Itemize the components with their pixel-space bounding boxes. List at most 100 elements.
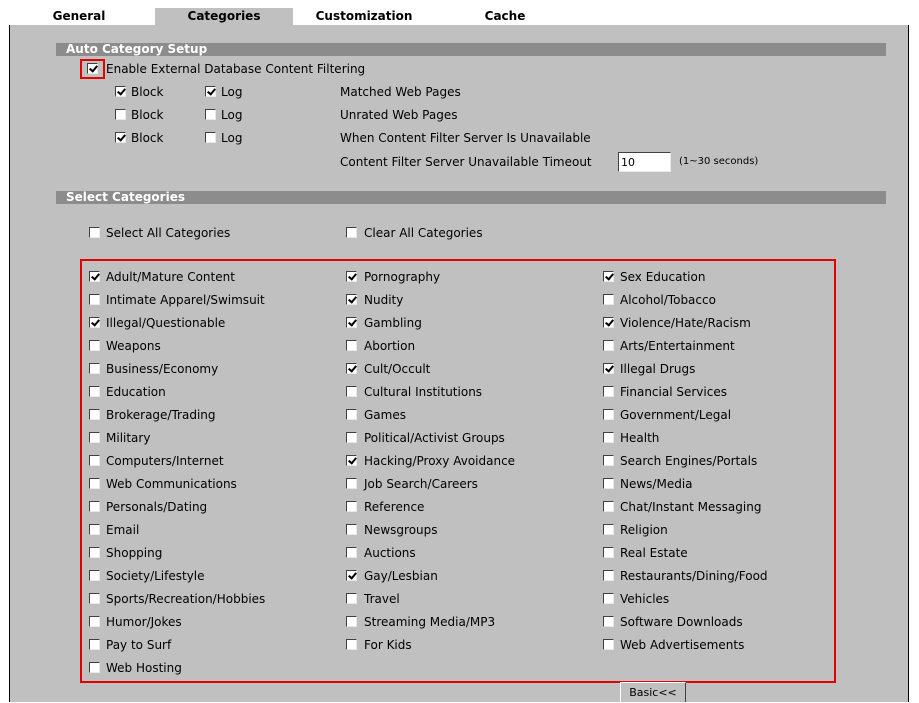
category-checkbox-for-kids[interactable] bbox=[346, 639, 357, 650]
category-checkbox-email[interactable] bbox=[89, 524, 100, 535]
category-checkbox-pay-to-surf[interactable] bbox=[89, 639, 100, 650]
category-checkbox-games[interactable] bbox=[346, 409, 357, 420]
category-checkbox-business-economy[interactable] bbox=[89, 363, 100, 374]
category-checkbox-military[interactable] bbox=[89, 432, 100, 443]
category-checkbox-auctions[interactable] bbox=[346, 547, 357, 558]
timeout-label: Content Filter Server Unavailable Timeou… bbox=[340, 155, 592, 169]
category-checkbox-computers-internet[interactable] bbox=[89, 455, 100, 466]
enable-external-filtering-checkbox[interactable] bbox=[87, 63, 98, 74]
unavailable-log-label: Log bbox=[221, 131, 243, 145]
category-label-adult-mature-content: Adult/Mature Content bbox=[106, 270, 235, 284]
category-checkbox-web-advertisements[interactable] bbox=[603, 639, 614, 650]
category-checkbox-gambling[interactable] bbox=[346, 317, 357, 328]
category-label-auctions: Auctions bbox=[364, 546, 416, 560]
category-label-shopping: Shopping bbox=[106, 546, 163, 560]
clear-all-checkbox[interactable] bbox=[346, 227, 357, 238]
unavailable-block-checkbox[interactable] bbox=[115, 132, 126, 143]
category-checkbox-travel[interactable] bbox=[346, 593, 357, 604]
category-checkbox-shopping[interactable] bbox=[89, 547, 100, 558]
category-checkbox-newsgroups[interactable] bbox=[346, 524, 357, 535]
category-label-brokerage-trading: Brokerage/Trading bbox=[106, 408, 216, 422]
category-checkbox-sports-recreation-hobbies[interactable] bbox=[89, 593, 100, 604]
category-checkbox-hacking-proxy-avoidance[interactable] bbox=[346, 455, 357, 466]
select-all-label: Select All Categories bbox=[106, 226, 231, 240]
category-checkbox-religion[interactable] bbox=[603, 524, 614, 535]
category-label-chat-instant-messaging: Chat/Instant Messaging bbox=[620, 500, 762, 514]
category-checkbox-real-estate[interactable] bbox=[603, 547, 614, 558]
category-checkbox-political-activist-groups[interactable] bbox=[346, 432, 357, 443]
tab-categories[interactable]: Categories bbox=[155, 8, 293, 25]
category-label-web-hosting: Web Hosting bbox=[106, 661, 182, 675]
category-checkbox-search-engines-portals[interactable] bbox=[603, 455, 614, 466]
category-label-gambling: Gambling bbox=[364, 316, 422, 330]
category-checkbox-gay-lesbian[interactable] bbox=[346, 570, 357, 581]
category-checkbox-humor-jokes[interactable] bbox=[89, 616, 100, 627]
unrated-block-label: Block bbox=[131, 108, 164, 122]
tab-cache[interactable]: Cache bbox=[435, 8, 575, 25]
category-checkbox-web-communications[interactable] bbox=[89, 478, 100, 489]
category-label-sex-education: Sex Education bbox=[620, 270, 706, 284]
category-checkbox-streaming-media-mp3[interactable] bbox=[346, 616, 357, 627]
category-checkbox-illegal-questionable[interactable] bbox=[89, 317, 100, 328]
category-label-newsgroups: Newsgroups bbox=[364, 523, 438, 537]
category-checkbox-cultural-institutions[interactable] bbox=[346, 386, 357, 397]
category-checkbox-illegal-drugs[interactable] bbox=[603, 363, 614, 374]
category-label-restaurants-dining-food: Restaurants/Dining/Food bbox=[620, 569, 768, 583]
select-categories-header: Select Categories bbox=[56, 191, 886, 204]
category-label-for-kids: For Kids bbox=[364, 638, 412, 652]
category-checkbox-weapons[interactable] bbox=[89, 340, 100, 351]
category-label-computers-internet: Computers/Internet bbox=[106, 454, 224, 468]
category-checkbox-reference[interactable] bbox=[346, 501, 357, 512]
category-checkbox-health[interactable] bbox=[603, 432, 614, 443]
category-label-search-engines-portals: Search Engines/Portals bbox=[620, 454, 758, 468]
category-checkbox-sex-education[interactable] bbox=[603, 271, 614, 282]
category-label-web-advertisements: Web Advertisements bbox=[620, 638, 745, 652]
tab-customization[interactable]: Customization bbox=[294, 8, 434, 25]
timeout-input[interactable] bbox=[618, 152, 671, 172]
unrated-log-checkbox[interactable] bbox=[205, 109, 216, 120]
category-checkbox-arts-entertainment[interactable] bbox=[603, 340, 614, 351]
category-checkbox-brokerage-trading[interactable] bbox=[89, 409, 100, 420]
category-checkbox-violence-hate-racism[interactable] bbox=[603, 317, 614, 328]
category-label-sports-recreation-hobbies: Sports/Recreation/Hobbies bbox=[106, 592, 266, 606]
matched-block-checkbox[interactable] bbox=[115, 86, 126, 97]
category-checkbox-financial-services[interactable] bbox=[603, 386, 614, 397]
category-label-political-activist-groups: Political/Activist Groups bbox=[364, 431, 505, 445]
unavailable-log-checkbox[interactable] bbox=[205, 132, 216, 143]
category-label-cultural-institutions: Cultural Institutions bbox=[364, 385, 483, 399]
category-label-illegal-questionable: Illegal/Questionable bbox=[106, 316, 226, 330]
category-checkbox-job-search-careers[interactable] bbox=[346, 478, 357, 489]
basic-button[interactable]: Basic<< bbox=[620, 682, 686, 702]
category-checkbox-web-hosting[interactable] bbox=[89, 662, 100, 673]
category-label-alcohol-tobacco: Alcohol/Tobacco bbox=[620, 293, 716, 307]
category-checkbox-government-legal[interactable] bbox=[603, 409, 614, 420]
category-checkbox-nudity[interactable] bbox=[346, 294, 357, 305]
category-checkbox-news-media[interactable] bbox=[603, 478, 614, 489]
category-checkbox-pornography[interactable] bbox=[346, 271, 357, 282]
category-label-real-estate: Real Estate bbox=[620, 546, 688, 560]
category-checkbox-chat-instant-messaging[interactable] bbox=[603, 501, 614, 512]
category-label-news-media: News/Media bbox=[620, 477, 693, 491]
category-label-religion: Religion bbox=[620, 523, 668, 537]
category-checkbox-intimate-apparel-swimsuit[interactable] bbox=[89, 294, 100, 305]
category-checkbox-personals-dating[interactable] bbox=[89, 501, 100, 512]
category-checkbox-abortion[interactable] bbox=[346, 340, 357, 351]
category-checkbox-software-downloads[interactable] bbox=[603, 616, 614, 627]
category-checkbox-education[interactable] bbox=[89, 386, 100, 397]
auto-category-setup-header: Auto Category Setup bbox=[56, 43, 886, 56]
unrated-block-checkbox[interactable] bbox=[115, 109, 126, 120]
tab-general[interactable]: General bbox=[9, 8, 149, 25]
select-all-checkbox[interactable] bbox=[89, 227, 100, 238]
category-label-gay-lesbian: Gay/Lesbian bbox=[364, 569, 438, 583]
category-label-software-downloads: Software Downloads bbox=[620, 615, 743, 629]
category-label-government-legal: Government/Legal bbox=[620, 408, 732, 422]
category-label-vehicles: Vehicles bbox=[620, 592, 670, 606]
matched-log-checkbox[interactable] bbox=[205, 86, 216, 97]
category-checkbox-vehicles[interactable] bbox=[603, 593, 614, 604]
category-checkbox-restaurants-dining-food[interactable] bbox=[603, 570, 614, 581]
category-checkbox-alcohol-tobacco[interactable] bbox=[603, 294, 614, 305]
category-label-education: Education bbox=[106, 385, 166, 399]
category-checkbox-society-lifestyle[interactable] bbox=[89, 570, 100, 581]
category-checkbox-adult-mature-content[interactable] bbox=[89, 271, 100, 282]
category-checkbox-cult-occult[interactable] bbox=[346, 363, 357, 374]
